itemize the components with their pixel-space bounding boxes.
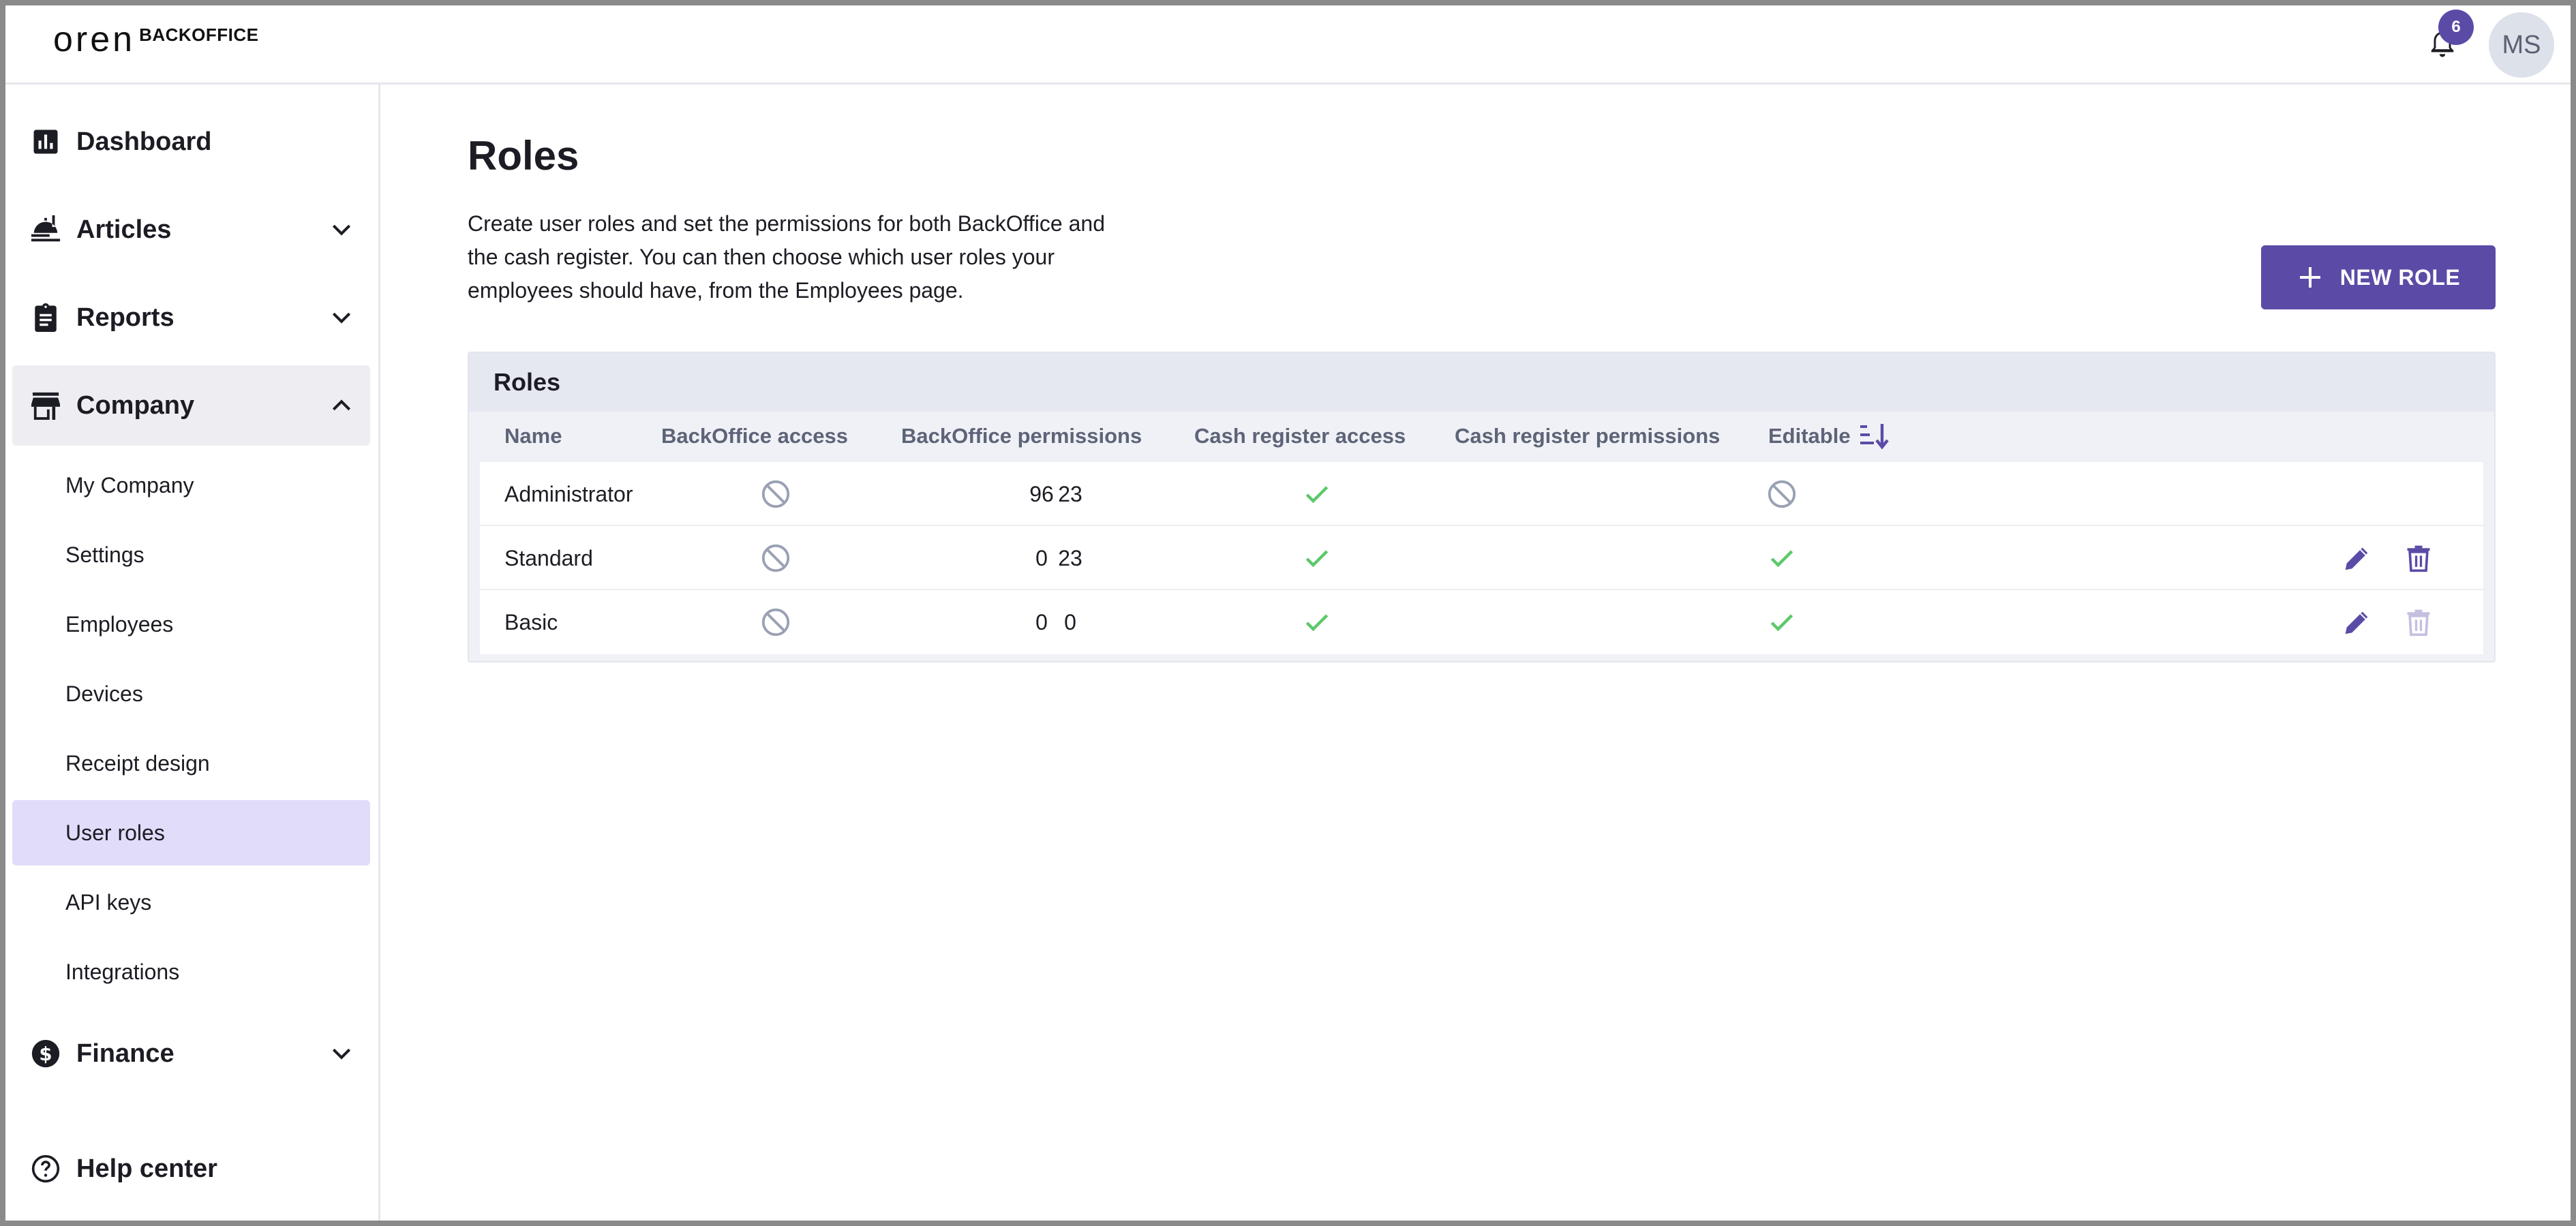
column-header-backoffice-access: BackOffice access	[661, 424, 849, 448]
sidebar-sub-label: Employees	[65, 611, 174, 637]
sidebar-sub-label: Settings	[65, 542, 145, 567]
delete-icon	[2407, 545, 2430, 572]
role-name: Standard	[504, 545, 593, 570]
check-icon	[1305, 550, 1329, 568]
role-name: Basic	[504, 609, 558, 634]
help-circle-icon	[30, 1153, 61, 1184]
cash-register-permissions-count: 0	[1064, 609, 1076, 634]
sidebar-item-help-center[interactable]: Help center	[12, 1129, 370, 1209]
sidebar-item-my-company[interactable]: My Company	[12, 453, 370, 518]
sidebar-sub-label: API keys	[65, 889, 152, 915]
check-icon	[1770, 614, 1793, 632]
check-icon	[1770, 550, 1793, 568]
chevron-down-icon	[332, 1048, 351, 1060]
chevron-down-icon	[332, 224, 351, 236]
edit-icon	[2345, 547, 2368, 570]
storefront-icon	[30, 390, 61, 421]
backoffice-access-status	[748, 462, 803, 526]
delete-role-button	[2401, 605, 2436, 639]
page-description: Create user roles and set the permission…	[468, 211, 1105, 303]
sidebar-item-label: Reports	[76, 303, 175, 332]
column-header-name: Name	[504, 424, 562, 448]
sidebar-item-integrations[interactable]: Integrations	[12, 939, 370, 1005]
editable-status	[1755, 526, 1809, 590]
plus-icon	[2299, 267, 2320, 288]
chevron-up-icon	[332, 399, 351, 411]
sidebar-item-api-keys[interactable]: API keys	[12, 870, 370, 935]
sidebar-item-articles[interactable]: Articles	[12, 189, 370, 270]
new-role-button[interactable]: NEW ROLE	[2261, 245, 2496, 309]
top-bar: oren BACKOFFICE 6 MS	[5, 5, 2571, 85]
new-role-label: NEW ROLE	[2339, 264, 2461, 290]
sidebar-sub-label: My Company	[65, 472, 194, 497]
sidebar-item-label: Articles	[76, 215, 172, 244]
cash-register-permissions-count: 23	[1058, 481, 1082, 506]
delete-icon	[2407, 609, 2430, 637]
edit-role-button[interactable]	[2340, 605, 2374, 639]
svg-text:$: $	[39, 1043, 52, 1065]
editable-status	[1755, 590, 1809, 654]
table-body: Administrator 96 23 Standard 0 23 Basic 0 0	[480, 462, 2483, 654]
sidebar-item-reports[interactable]: Reports	[12, 277, 370, 358]
sidebar-item-label: Help center	[76, 1154, 217, 1183]
blocked-icon	[1768, 480, 1796, 508]
bar-chart-icon	[30, 126, 61, 157]
cash-register-access-status	[1290, 590, 1344, 654]
sidebar: Dashboard Articles Reports Company My Co…	[5, 85, 380, 1221]
cash-register-access-status	[1290, 526, 1344, 590]
sidebar-item-company[interactable]: Company	[12, 365, 370, 446]
table-title: Roles	[469, 353, 2494, 412]
sidebar-sub-label: Integrations	[65, 959, 180, 984]
editable-status	[1755, 462, 1809, 526]
edit-icon	[2345, 611, 2368, 634]
logo-mark: oren	[53, 20, 136, 59]
table-row[interactable]: Standard 0 23	[480, 526, 2483, 590]
sidebar-item-user-roles[interactable]: User roles	[12, 800, 370, 865]
sidebar-item-settings[interactable]: Settings	[12, 522, 370, 587]
notification-badge: 6	[2438, 10, 2474, 45]
edit-role-button[interactable]	[2340, 541, 2374, 575]
sidebar-item-label: Dashboard	[76, 127, 212, 156]
app-logo[interactable]: oren BACKOFFICE	[53, 19, 259, 60]
user-avatar[interactable]: MS	[2489, 12, 2554, 78]
backoffice-access-status	[748, 526, 803, 590]
cash-register-access-status	[1290, 462, 1344, 526]
column-header-cash-register-permissions: Cash register permissions	[1455, 424, 1721, 448]
check-icon	[1305, 486, 1329, 504]
column-header-editable[interactable]: Editable	[1768, 412, 1890, 461]
sidebar-item-devices[interactable]: Devices	[12, 661, 370, 726]
roles-table: Roles Name BackOffice access BackOffice …	[468, 352, 2496, 662]
table-row[interactable]: Basic 0 0	[480, 590, 2483, 654]
logo-text: BACKOFFICE	[139, 25, 259, 45]
sidebar-item-finance[interactable]: $ Finance	[12, 1013, 370, 1094]
sidebar-sub-label: User roles	[65, 820, 165, 845]
sidebar-item-employees[interactable]: Employees	[12, 592, 370, 657]
backoffice-access-status	[748, 590, 803, 654]
page-title: Roles	[468, 133, 579, 179]
column-header-backoffice-permissions: BackOffice permissions	[901, 424, 1142, 448]
sidebar-item-label: Company	[76, 390, 195, 420]
sort-descending-icon[interactable]	[1858, 421, 1890, 451]
sidebar-sub-label: Devices	[65, 681, 143, 706]
blocked-icon	[761, 480, 790, 508]
column-header-cash-register-access: Cash register access	[1194, 424, 1406, 448]
main-content: Roles Create user roles and set the perm…	[382, 85, 2571, 1221]
blocked-icon	[761, 544, 790, 572]
chevron-down-icon	[332, 312, 351, 324]
delete-role-button[interactable]	[2401, 541, 2436, 575]
column-header-editable-label: Editable	[1768, 424, 1851, 448]
check-icon	[1305, 614, 1329, 632]
cash-register-permissions-count: 23	[1058, 545, 1082, 570]
sidebar-item-label: Finance	[76, 1039, 175, 1068]
sidebar-item-dashboard[interactable]: Dashboard	[12, 102, 370, 182]
table-row[interactable]: Administrator 96 23	[480, 462, 2483, 526]
blocked-icon	[761, 608, 790, 637]
sidebar-item-receipt-design[interactable]: Receipt design	[12, 731, 370, 796]
role-name: Administrator	[504, 481, 633, 506]
sidebar-sub-label: Receipt design	[65, 750, 210, 776]
notifications-button[interactable]: 6	[2423, 10, 2474, 63]
food-tray-icon	[30, 214, 61, 245]
clipboard-icon	[30, 302, 61, 333]
dollar-circle-icon: $	[30, 1038, 61, 1069]
